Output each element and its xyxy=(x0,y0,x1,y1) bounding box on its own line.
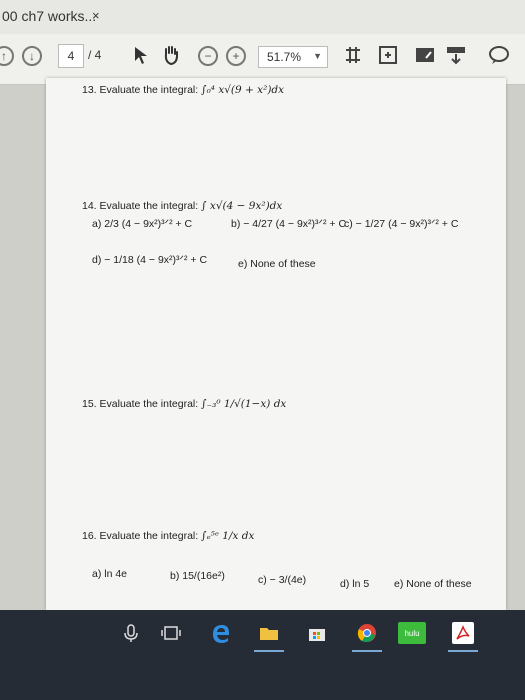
question-13-expression: ∫₀⁴ x√(9 + x²)dx xyxy=(201,84,285,96)
question-14: 14. Evaluate the integral: ∫ x√(4 − 9x²)… xyxy=(82,200,282,212)
zoom-level-value: 51.7% xyxy=(267,50,302,64)
comment-icon[interactable] xyxy=(488,44,510,66)
chrome-icon[interactable] xyxy=(356,622,378,644)
previous-page-icon[interactable]: ↑ xyxy=(0,46,14,66)
question-15-label: 15. Evaluate the integral: xyxy=(82,398,199,410)
question-16-option-c: c) − 3/(4e) xyxy=(258,574,307,586)
zoom-in-icon[interactable]: + xyxy=(226,46,246,66)
acrobat-icon[interactable] xyxy=(452,622,474,644)
next-page-icon[interactable]: ↓ xyxy=(22,46,42,66)
file-explorer-active-indicator xyxy=(254,650,284,652)
question-13-label: 13. Evaluate the integral: xyxy=(82,84,199,96)
question-14-option-e: e) None of these xyxy=(238,258,316,270)
pdf-page: 13. Evaluate the integral: ∫₀⁴ x√(9 + x²… xyxy=(46,78,506,610)
select-cursor-icon[interactable] xyxy=(130,44,152,66)
fit-page-icon[interactable] xyxy=(342,44,364,66)
question-14-expression: ∫ x√(4 − 9x²)dx xyxy=(201,200,283,212)
question-14-option-c: c) − 1/27 (4 − 9x²)³ᐟ² + C xyxy=(344,218,459,230)
hand-tool-icon[interactable] xyxy=(160,44,182,66)
question-16-option-b: b) 15/(16e²) xyxy=(170,570,225,582)
chrome-active-indicator xyxy=(352,650,382,652)
taskbar: hulu xyxy=(0,610,525,700)
file-explorer-icon[interactable] xyxy=(258,622,280,644)
rotate-view-icon[interactable] xyxy=(377,44,399,66)
question-15-expression: ∫₋₃⁰ 1/√(1−x) dx xyxy=(201,398,287,410)
question-16-option-a: a) ln 4e xyxy=(92,568,128,580)
download-icon[interactable] xyxy=(445,44,467,66)
question-16-option-e: e) None of these xyxy=(394,578,472,590)
chevron-down-icon: ▼ xyxy=(313,51,322,61)
zoom-level-select[interactable]: 51.7% ▼ xyxy=(258,46,328,68)
edge-browser-icon[interactable] xyxy=(210,622,232,644)
page-total: / 4 xyxy=(88,48,102,62)
tab-title[interactable]: 00 ch7 works... xyxy=(2,8,96,24)
question-14-option-a: a) 2/3 (4 − 9x²)³ᐟ² + C xyxy=(92,218,193,230)
question-16-label: 16. Evaluate the integral: xyxy=(82,530,199,542)
acrobat-active-indicator xyxy=(448,650,478,652)
microphone-icon[interactable] xyxy=(120,622,142,644)
question-14-option-d: d) − 1/18 (4 − 9x²)³ᐟ² + C xyxy=(92,254,208,266)
store-icon[interactable] xyxy=(306,622,328,644)
tab-close-button[interactable]: × xyxy=(92,8,100,23)
question-15: 15. Evaluate the integral: ∫₋₃⁰ 1/√(1−x)… xyxy=(82,398,286,410)
question-16-expression: ∫ₑ⁵ᵉ 1/x dx xyxy=(201,530,255,542)
question-14-option-b: b) − 4/27 (4 − 9x²)³ᐟ² + C xyxy=(231,218,347,230)
tab-strip: 00 ch7 works... × xyxy=(0,0,525,35)
question-13: 13. Evaluate the integral: ∫₀⁴ x√(9 + x²… xyxy=(82,84,284,96)
question-14-label: 14. Evaluate the integral: xyxy=(82,200,199,212)
question-16: 16. Evaluate the integral: ∫ₑ⁵ᵉ 1/x dx xyxy=(82,530,254,542)
fullscreen-icon[interactable] xyxy=(414,44,436,66)
zoom-out-icon[interactable]: − xyxy=(198,46,218,66)
question-16-option-d: d) ln 5 xyxy=(340,578,370,590)
task-view-icon[interactable] xyxy=(160,622,182,644)
hulu-app-icon[interactable]: hulu xyxy=(398,622,426,644)
page-number-input[interactable]: 4 xyxy=(58,44,84,68)
